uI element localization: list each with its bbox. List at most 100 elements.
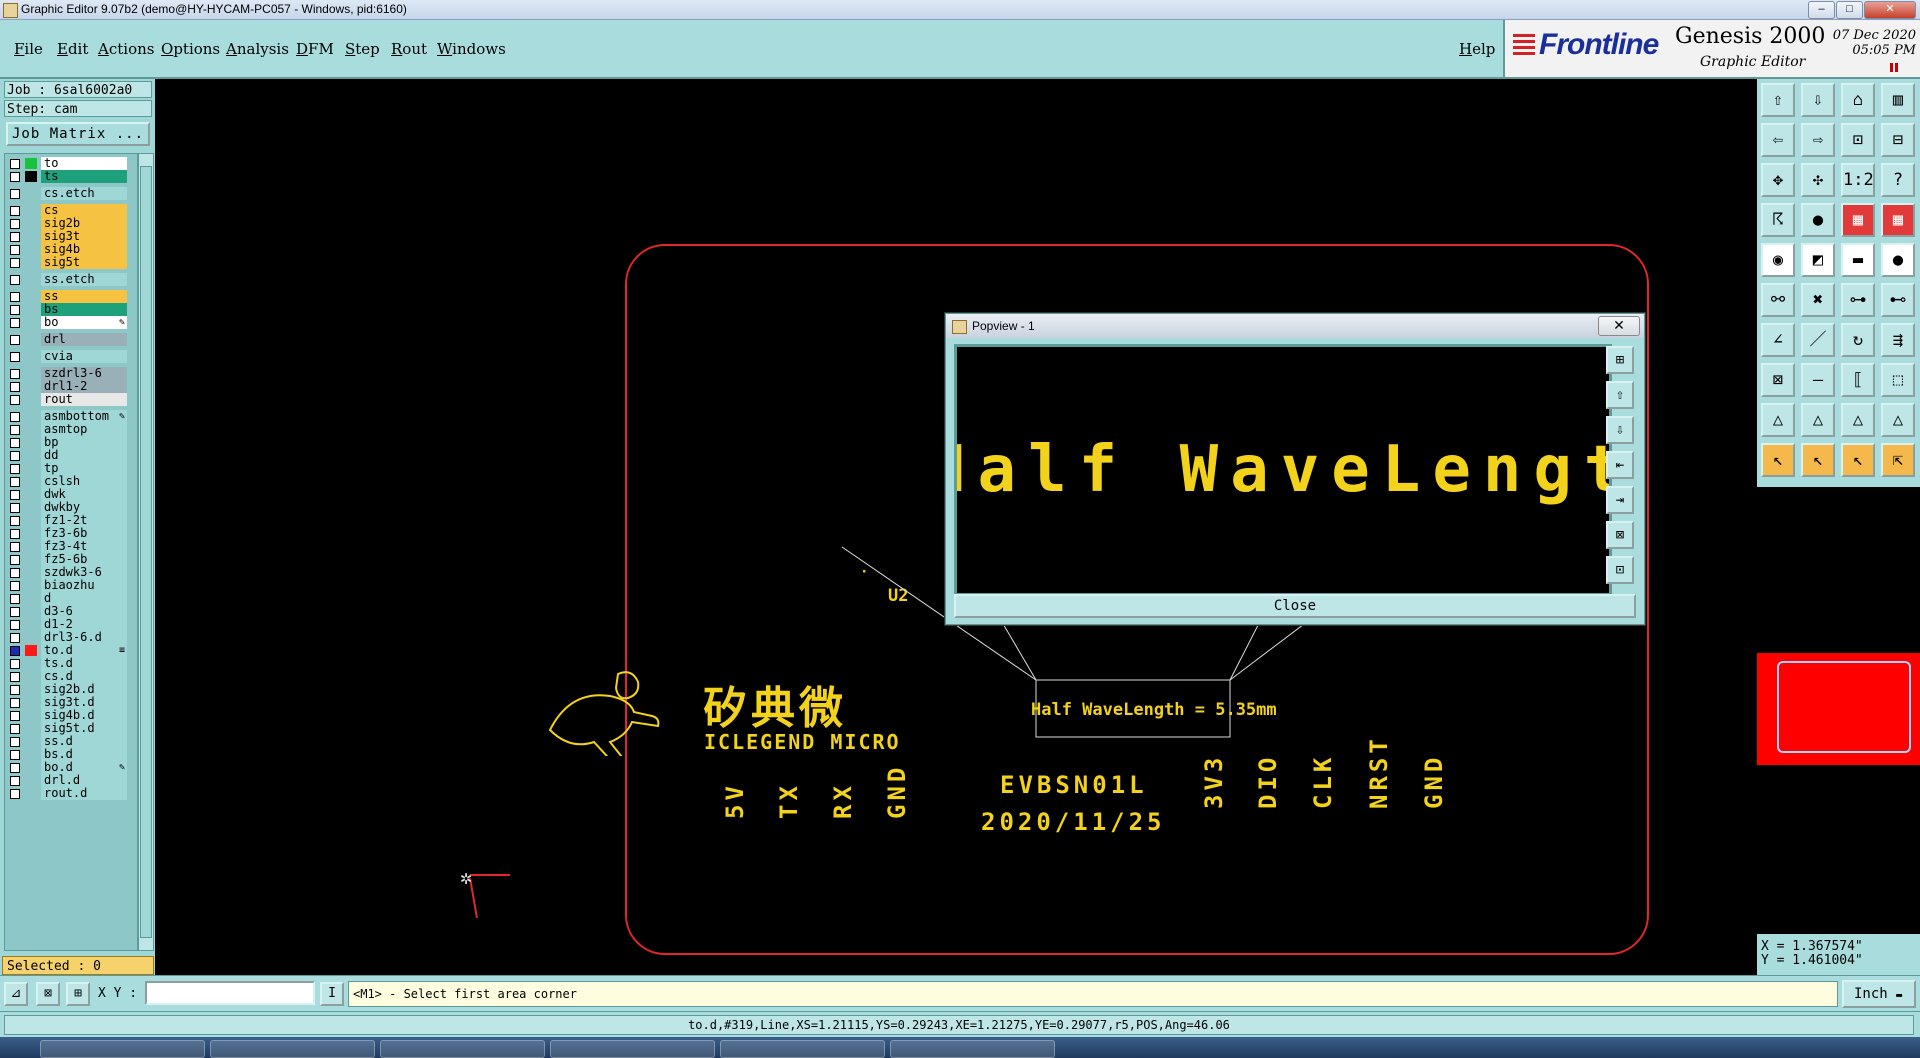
layer-name[interactable]: rout [41, 393, 127, 406]
layer-checkbox[interactable] [10, 542, 20, 552]
layer-checkbox[interactable] [10, 206, 20, 216]
pin-icon[interactable]: ● [1801, 203, 1835, 237]
select-area-icon[interactable]: ↖ [1801, 443, 1835, 477]
taskbar-item[interactable] [720, 1040, 885, 1058]
navigator-view[interactable] [1757, 653, 1920, 765]
layer-checkbox[interactable] [10, 555, 20, 565]
connect-icon[interactable]: ⚯ [1761, 283, 1795, 317]
layer-checkbox[interactable] [10, 698, 20, 708]
layer-row[interactable]: bo ✎ [5, 315, 137, 330]
layer-row[interactable]: drl [5, 332, 137, 347]
layer-checkbox[interactable] [10, 503, 20, 513]
layer-checkbox[interactable] [10, 477, 20, 487]
job-matrix-button[interactable]: Job Matrix ... [6, 122, 150, 146]
minimize-button[interactable]: – [1808, 1, 1835, 19]
layer-checkbox[interactable] [10, 724, 20, 734]
popview-up-icon[interactable]: ⇧ [1606, 381, 1634, 409]
triangle-c-icon[interactable]: △ [1841, 403, 1875, 437]
pad-icon[interactable]: ● [1881, 243, 1915, 277]
layer-checkbox[interactable] [10, 172, 20, 182]
layout-icon[interactable]: ▥ [1881, 83, 1915, 117]
window-close-button[interactable]: ✕ [1864, 1, 1916, 19]
pan-icon[interactable]: ✣ [1801, 163, 1835, 197]
layer-checkbox[interactable] [10, 159, 20, 169]
layer-checkbox[interactable] [10, 219, 20, 229]
maximize-button[interactable]: □ [1836, 1, 1863, 19]
layer-row[interactable]: rout.d [5, 786, 137, 801]
layer-checkbox[interactable] [10, 258, 20, 268]
taskbar-item[interactable] [550, 1040, 715, 1058]
layer-checkbox[interactable] [10, 464, 20, 474]
layer-checkbox[interactable] [10, 369, 20, 379]
taskbar-item[interactable] [40, 1040, 205, 1058]
menu-edit[interactable]: Edit [57, 40, 88, 58]
layer-checkbox[interactable] [10, 711, 20, 721]
home-icon[interactable]: ⌂ [1841, 83, 1875, 117]
layer-name[interactable]: cvia [41, 350, 127, 363]
popview-zoom-out-icon[interactable]: ⊡ [1606, 556, 1634, 584]
save-icon[interactable]: ⇩ [1801, 83, 1835, 117]
popview-close-button[interactable]: Close [954, 594, 1636, 618]
popview-left-icon[interactable]: ⇤ [1606, 451, 1634, 479]
xy-input[interactable] [145, 981, 315, 1005]
zoom-home-icon[interactable]: ✥ [1761, 163, 1795, 197]
text-cursor-icon[interactable]: I [320, 982, 344, 1006]
taskbar-item[interactable] [210, 1040, 375, 1058]
zoom-out-icon[interactable]: ⇨ [1801, 123, 1835, 157]
zoom-area-icon[interactable]: ⊡ [1841, 123, 1875, 157]
taskbar-item[interactable] [380, 1040, 545, 1058]
layer-checkbox[interactable] [10, 607, 20, 617]
layer-name[interactable]: drl [41, 333, 127, 346]
layers-a-icon[interactable]: ▦ [1841, 203, 1875, 237]
dash-icon[interactable]: — [1801, 363, 1835, 397]
display-icon[interactable]: ◩ [1801, 243, 1835, 277]
node-b-icon[interactable]: ⊷ [1881, 283, 1915, 317]
triangle-b-icon[interactable]: △ [1801, 403, 1835, 437]
zoom-in-icon[interactable]: ⇦ [1761, 123, 1795, 157]
scale-1-2-icon[interactable]: 1:2 [1841, 163, 1875, 197]
helicopter-icon[interactable]: ☈ [1761, 203, 1795, 237]
layer-row[interactable]: rout [5, 392, 137, 407]
node-a-icon[interactable]: ⊶ [1841, 283, 1875, 317]
layer-name[interactable]: bo ✎ [41, 316, 127, 329]
layer-checkbox[interactable] [10, 232, 20, 242]
layer-checkbox[interactable] [10, 750, 20, 760]
layer-checkbox[interactable] [10, 516, 20, 526]
layer-checkbox[interactable] [10, 245, 20, 255]
layer-checkbox[interactable] [10, 659, 20, 669]
menu-rout[interactable]: Rout [391, 40, 427, 58]
menu-windows[interactable]: Windows [437, 40, 506, 58]
measure-icon[interactable]: ▬ [1841, 243, 1875, 277]
menu-step[interactable]: Step [345, 40, 380, 58]
layer-checkbox[interactable] [10, 685, 20, 695]
menu-dfm[interactable]: DFM [296, 40, 334, 58]
popview-screen[interactable]: Half WaveLength = [954, 344, 1612, 596]
layer-checkbox[interactable] [10, 763, 20, 773]
layer-scrollbar[interactable] [138, 153, 154, 951]
layer-checkbox[interactable] [10, 529, 20, 539]
layer-checkbox[interactable] [10, 352, 20, 362]
layer-checkbox[interactable] [10, 620, 20, 630]
menu-actions[interactable]: Actions [98, 40, 154, 58]
move-icon[interactable]: ⊠ [1761, 363, 1795, 397]
layer-checkbox[interactable] [10, 672, 20, 682]
layer-checkbox[interactable] [10, 646, 20, 656]
popview-fit-icon[interactable]: ⊞ [1606, 346, 1634, 374]
layer-checkbox[interactable] [10, 395, 20, 405]
layer-checkbox[interactable] [10, 318, 20, 328]
arc-icon[interactable]: ↻ [1841, 323, 1875, 357]
menu-file[interactable]: File [14, 40, 43, 58]
snap-line-icon[interactable]: ⊠ [36, 982, 60, 1006]
menu-help[interactable]: Help [1459, 40, 1495, 58]
help-icon[interactable]: ? [1881, 163, 1915, 197]
graphic-canvas[interactable]: U2 · · 矽典微 ICLEGEND MICRO 5V TX RX GND E… [155, 79, 1757, 975]
menu-analysis[interactable]: Analysis [226, 40, 289, 58]
layer-checkbox[interactable] [10, 335, 20, 345]
layer-checkbox[interactable] [10, 275, 20, 285]
layer-checkbox[interactable] [10, 412, 20, 422]
snap-grid-icon[interactable]: ⊿ [4, 982, 28, 1006]
layer-row[interactable]: cs.etch [5, 186, 137, 201]
popview-title-bar[interactable]: Popview - 1 ✕ [946, 314, 1644, 338]
taskbar-item[interactable] [890, 1040, 1055, 1058]
select-inside-icon[interactable]: ↖ [1841, 443, 1875, 477]
